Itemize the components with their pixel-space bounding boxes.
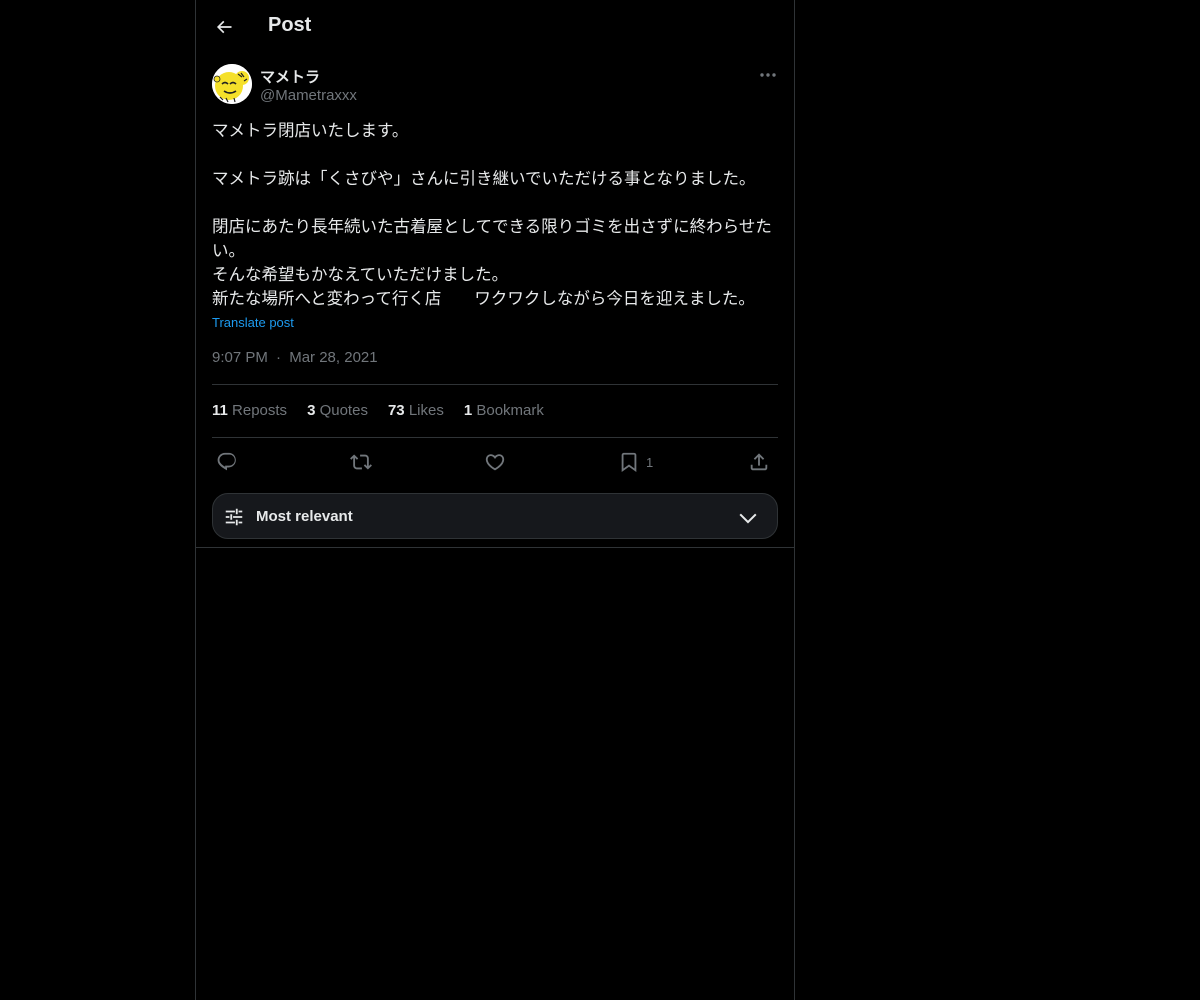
reply-button[interactable] — [216, 448, 238, 476]
reposts-count: 11 — [212, 402, 228, 419]
reposts-label: Reposts — [232, 402, 288, 419]
chevron-down-icon — [739, 513, 757, 524]
post-time: 9:07 PM — [212, 349, 268, 366]
heart-icon — [485, 454, 505, 471]
likes-count: 73 — [387, 402, 405, 419]
back-button[interactable] — [210, 13, 238, 41]
bookmark-button[interactable]: 1 — [618, 448, 653, 476]
author-display-name[interactable]: マメトラ — [260, 66, 320, 87]
divider — [212, 437, 778, 438]
share-button[interactable] — [748, 448, 770, 476]
share-icon — [750, 453, 768, 471]
arrow-left-icon — [216, 20, 232, 34]
likes-label: Likes — [408, 402, 444, 419]
sliders-icon — [225, 508, 243, 526]
timestamp-separator: · — [276, 349, 282, 366]
likes-stat[interactable]: 73 Likes — [388, 402, 444, 419]
bookmarks-stat[interactable]: 1 Bookmark — [464, 402, 544, 419]
reply-icon — [217, 452, 236, 471]
post-column: Post マメトラ @Mametraxxx マメトラ閉店いたします。 マメトラ跡… — [195, 0, 795, 1000]
repost-button[interactable] — [350, 448, 372, 476]
reposts-stat[interactable]: 11 Reposts — [212, 402, 287, 419]
author-handle[interactable]: @Mametraxxx — [260, 87, 357, 104]
divider — [212, 384, 778, 385]
quotes-label: Quotes — [319, 402, 368, 419]
more-options-button[interactable] — [756, 66, 780, 84]
post-actions: 1 — [212, 448, 778, 476]
post-text: マメトラ閉店いたします。 マメトラ跡は「くさびや」さんに引き継いでいただける事と… — [212, 121, 772, 308]
page-header: Post — [196, 0, 794, 54]
post-timestamp[interactable]: 9:07 PM · Mar 28, 2021 — [212, 349, 378, 366]
more-dots-icon — [760, 73, 776, 77]
bookmarks-count: 1 — [463, 402, 473, 419]
translate-post-link[interactable]: Translate post — [212, 315, 294, 330]
avatar[interactable] — [212, 64, 252, 104]
bookmark-icon — [621, 452, 637, 473]
quotes-stat[interactable]: 3 Quotes — [307, 402, 368, 419]
page-title: Post — [268, 14, 312, 36]
post-date: Mar 28, 2021 — [289, 349, 378, 366]
reply-sort-dropdown[interactable]: Most relevant — [212, 493, 778, 539]
section-divider — [196, 547, 794, 548]
bookmarks-label: Bookmark — [476, 402, 544, 419]
quotes-count: 3 — [307, 402, 316, 419]
repost-icon — [350, 454, 372, 470]
avatar-illustration — [212, 64, 252, 104]
post-stats: 11 Reposts 3 Quotes 73 Likes 1 Bookmark — [212, 402, 544, 419]
bookmark-count: 1 — [646, 454, 654, 470]
like-button[interactable] — [484, 448, 506, 476]
sort-label: Most relevant — [256, 508, 353, 525]
